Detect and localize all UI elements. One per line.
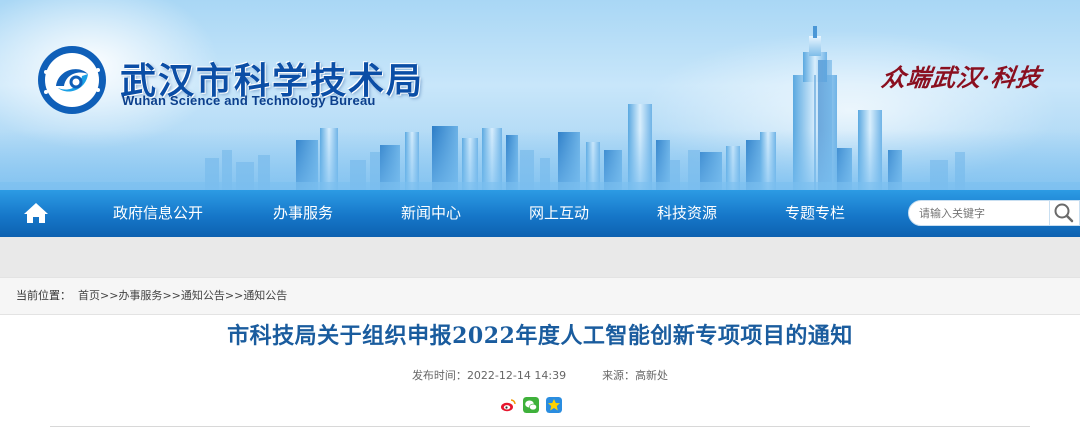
breadcrumb: 当前位置： 首页>>办事服务>>通知公告>>通知公告 — [0, 277, 1080, 315]
breadcrumb-item-home[interactable]: 首页 — [78, 289, 100, 302]
bureau-logo-icon — [38, 46, 106, 114]
published-label: 发布时间： — [411, 369, 467, 382]
nav-item-gov-info[interactable]: 政府信息公开 — [113, 190, 203, 237]
nav-item-services[interactable]: 办事服务 — [273, 190, 333, 237]
breadcrumb-trail: 首页>>办事服务>>通知公告>>通知公告 — [78, 278, 287, 314]
breadcrumb-item-notices-current[interactable]: 通知公告 — [243, 289, 287, 302]
source-label: 来源： — [602, 369, 636, 382]
nav-item-interaction[interactable]: 网上互动 — [529, 190, 589, 237]
breadcrumb-item-services[interactable]: 办事服务 — [118, 289, 162, 302]
breadcrumb-item-notices[interactable]: 通知公告 — [181, 289, 225, 302]
weibo-icon[interactable] — [500, 397, 516, 413]
site-title-english: Wuhan Science and Technology Bureau — [122, 93, 376, 108]
breadcrumb-label: 当前位置： — [16, 289, 71, 302]
site-banner: 武汉市科学技术局 Wuhan Science and Technology Bu… — [0, 0, 1080, 190]
search-icon — [1054, 203, 1074, 223]
site-slogan: 众端武汉·科技 — [879, 63, 1044, 92]
search-input[interactable] — [908, 200, 1050, 226]
share-bar — [500, 397, 569, 417]
nav-item-news[interactable]: 新闻中心 — [401, 190, 461, 237]
nav-item-topics[interactable]: 专题专栏 — [785, 190, 845, 237]
qzone-icon[interactable] — [546, 397, 562, 413]
home-icon[interactable] — [22, 201, 50, 225]
source-value: 高新处 — [635, 369, 669, 382]
banner-haze — [0, 130, 1080, 190]
article-title: 市科技局关于组织申报2022年度人工智能创新专项项目的通知 — [227, 323, 853, 349]
wechat-icon[interactable] — [523, 397, 539, 413]
search-button[interactable] — [1050, 200, 1080, 226]
published-value: 2022-12-14 14:39 — [466, 369, 567, 382]
nav-item-resources[interactable]: 科技资源 — [657, 190, 717, 237]
article-meta: 发布时间：2022-12-14 14:39 来源：高新处 — [0, 367, 1080, 383]
breadcrumb-separator: >> — [162, 289, 181, 302]
divider — [50, 426, 1030, 427]
nav-sub-band — [0, 237, 1080, 277]
breadcrumb-separator: >> — [224, 289, 244, 302]
breadcrumb-separator: >> — [100, 289, 119, 302]
